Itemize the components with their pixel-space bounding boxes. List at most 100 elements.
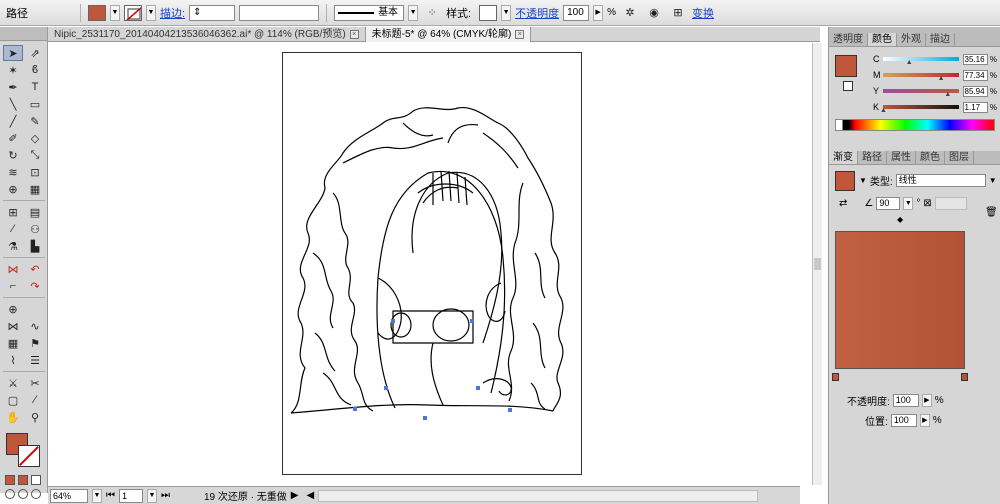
stop-opacity-field[interactable]: 100 xyxy=(892,394,919,407)
angle-field[interactable]: 90 xyxy=(876,197,901,210)
horizontal-scrollbar[interactable] xyxy=(318,489,759,502)
pen-tool-icon[interactable]: ✒ xyxy=(3,79,23,95)
document-tab-active[interactable]: 未标题-5* @ 64% (CMYK/轮廓) × xyxy=(365,27,532,42)
graph-line-icon[interactable]: ⌇ xyxy=(3,352,23,368)
mesh-tool-icon[interactable]: ⊞ xyxy=(3,204,23,220)
close-icon[interactable]: × xyxy=(349,30,359,39)
scrollbar-thumb[interactable] xyxy=(814,258,821,270)
flag-icon[interactable]: ⚑ xyxy=(25,335,45,351)
blob-brush-icon[interactable]: ✐ xyxy=(3,130,23,146)
lasso-icon[interactable]: ϐ xyxy=(25,62,45,78)
stroke-box[interactable] xyxy=(18,445,40,467)
magic-wand-icon[interactable]: ✶ xyxy=(3,62,23,78)
cyan-value-field[interactable]: 35.16 xyxy=(962,53,988,65)
transform-link[interactable]: 变换 xyxy=(692,5,714,21)
perspective-grid-icon[interactable]: ▦ xyxy=(25,181,45,197)
tab-swatches[interactable]: 颜色 xyxy=(916,151,945,164)
gradient-tool-icon[interactable]: ▤ xyxy=(25,204,45,220)
angle-dropdown-arrow[interactable]: ▼ xyxy=(903,197,914,210)
globe-icon[interactable]: ◉ xyxy=(644,5,664,21)
wave-icon[interactable]: ∿ xyxy=(25,318,45,334)
outline-artwork[interactable] xyxy=(283,53,583,476)
eraser-icon[interactable]: ◇ xyxy=(25,130,45,146)
gradient-type-arrow-icon[interactable]: ▼ xyxy=(989,176,997,185)
tab-transparency[interactable]: 透明度 xyxy=(829,33,868,46)
canvas-area[interactable] xyxy=(48,43,812,485)
shape-builder-icon[interactable]: ⊕ xyxy=(3,181,23,197)
vertical-scrollbar[interactable] xyxy=(812,43,822,485)
column-graph-icon[interactable]: ▙ xyxy=(25,238,45,254)
reverse-gradient-icon[interactable]: ⇄ xyxy=(839,198,847,209)
stroke-profile-arrow[interactable]: ▼ xyxy=(408,4,419,21)
aspect-ratio-icon[interactable]: ⊠ xyxy=(923,198,931,209)
stop-location-arrow[interactable]: ▶ xyxy=(919,414,930,427)
blend-tool-icon[interactable]: ⚇ xyxy=(25,221,45,237)
black-slider[interactable]: ▲ xyxy=(880,105,959,114)
draw-behind-icon[interactable] xyxy=(18,489,28,499)
gradient-stop-right[interactable] xyxy=(961,373,968,381)
gradient-preview-swatch[interactable] xyxy=(835,171,855,191)
artboard[interactable] xyxy=(282,52,582,475)
hand-tool-icon[interactable]: ✋ xyxy=(3,409,23,425)
stop-opacity-arrow[interactable]: ▶ xyxy=(921,394,932,407)
artboard-tool-icon[interactable]: ▢ xyxy=(3,392,23,408)
slider-thumb-icon[interactable]: ▲ xyxy=(938,75,945,82)
rotate-tool-icon[interactable]: ↻ xyxy=(3,147,23,163)
artboard-number-field[interactable]: 1 xyxy=(119,488,143,503)
paintbrush-icon[interactable]: ╱ xyxy=(3,113,23,129)
selection-tool-icon[interactable]: ➤ xyxy=(3,45,23,61)
gradient-type-select[interactable]: 线性 xyxy=(895,174,986,187)
status-menu-arrow-icon[interactable]: ▶ xyxy=(291,490,299,501)
tab-stroke[interactable]: 描边 xyxy=(926,33,955,46)
variable-width-field[interactable] xyxy=(239,4,320,21)
stroke-profile-select[interactable]: 基本 xyxy=(334,4,405,21)
next-artboard-icon[interactable]: ⏭ xyxy=(161,490,170,501)
graphic-style-swatch[interactable] xyxy=(479,4,498,21)
direct-selection-tool-icon[interactable]: ⇗ xyxy=(25,45,45,61)
style-dropdown-arrow[interactable]: ▼ xyxy=(501,4,512,21)
color-panel-fill-swatch[interactable] xyxy=(835,55,857,77)
type-tool-icon[interactable]: T xyxy=(25,79,45,95)
artboard-dropdown-arrow[interactable]: ▼ xyxy=(147,488,157,503)
zoom-field[interactable]: 64% xyxy=(50,488,88,503)
fill-color-swatch[interactable] xyxy=(88,4,106,21)
slider-thumb-icon[interactable]: ▲ xyxy=(906,59,913,66)
gradient-stop-left[interactable] xyxy=(832,373,839,381)
draw-inside-icon[interactable] xyxy=(31,489,41,499)
free-transform-icon[interactable]: ⊡ xyxy=(25,164,45,180)
yellow-slider[interactable]: ▲ xyxy=(882,89,959,98)
align-icon[interactable]: ⊞ xyxy=(668,5,688,21)
magenta-slider[interactable]: ▲ xyxy=(882,73,959,82)
line-tool-icon[interactable]: ╲ xyxy=(3,96,23,112)
slider-thumb-icon[interactable]: ▲ xyxy=(880,107,887,114)
stroke-dropdown-arrow[interactable]: ▼ xyxy=(146,4,156,21)
gradient-mode-button[interactable] xyxy=(18,475,28,485)
yellow-value-field[interactable]: 85.94 xyxy=(962,85,988,97)
cyan-slider[interactable]: ▲ xyxy=(882,57,959,66)
slice-tool-icon[interactable]: ⚔ xyxy=(3,375,23,391)
zoom-tool-icon[interactable]: ⚲ xyxy=(25,409,45,425)
magenta-value-field[interactable]: 77.34 xyxy=(962,69,988,81)
none-mode-button[interactable] xyxy=(31,475,41,485)
horizontal-scroll-left-icon[interactable]: ◀ xyxy=(307,490,315,501)
opacity-arrow[interactable]: ▶ xyxy=(593,4,604,21)
black-value-field[interactable]: 1.17 xyxy=(962,101,988,113)
grid-icon[interactable]: ▦ xyxy=(3,335,23,351)
eyedropper-icon[interactable]: ⁄ xyxy=(3,221,23,237)
tab-layers[interactable]: 图层 xyxy=(945,151,974,164)
width-tool-icon[interactable]: ⋈ xyxy=(3,261,23,277)
stroke-none-swatch[interactable] xyxy=(124,4,142,21)
opacity-link[interactable]: 不透明度 xyxy=(515,5,559,21)
scale-tool-icon[interactable]: ⤡ xyxy=(25,147,45,163)
rectangle-tool-icon[interactable]: ▭ xyxy=(25,96,45,112)
slider-thumb-icon[interactable]: ▲ xyxy=(944,91,951,98)
color-mode-button[interactable] xyxy=(5,475,15,485)
smooth-tool-icon[interactable]: ↶ xyxy=(25,261,45,277)
symbol-sprayer-icon[interactable]: ⚗ xyxy=(3,238,23,254)
knife-icon[interactable]: ⁄ xyxy=(25,392,45,408)
recolor-icon[interactable]: ✲ xyxy=(620,5,640,21)
warp-tool-icon[interactable]: ≋ xyxy=(3,164,23,180)
stroke-weight-field[interactable]: ⇕ xyxy=(189,4,236,21)
prev-artboard-icon[interactable]: ⏮ xyxy=(106,490,115,501)
scissors-icon[interactable]: ✂ xyxy=(25,375,45,391)
